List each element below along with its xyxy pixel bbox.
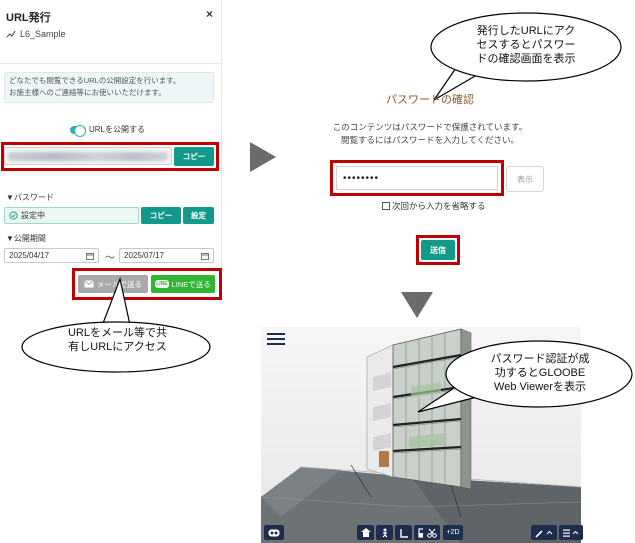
divider [0,63,222,64]
password-settings-button[interactable]: 設定 [183,207,214,224]
callout-line: 有しURLにアクセス [68,341,167,353]
callout-line: パスワード認証が成 [490,353,590,365]
skip-checkbox[interactable] [382,202,390,210]
submit-button[interactable]: 送信 [421,240,455,260]
info-line: お施主様へのご連絡等にお使いいただけます。 [9,88,166,97]
password-status-field: 設定中 [4,207,139,224]
publish-toggle[interactable] [70,124,86,137]
end-date: 2025/07/17 [124,251,165,260]
password-status: 設定中 [21,211,45,220]
send-mail-button[interactable]: メールで送る [78,275,148,293]
callout-line: 発行したURLにアク [476,25,576,37]
home-icon[interactable] [357,525,374,540]
desc-line: このコンテンツはパスワードで保護されています。 [332,122,528,132]
info-box: どなたでも閲覧できるURLの公開設定を行います。 お施主様へのご連絡等にお使いい… [4,72,214,103]
callout-line: Web Viewerを表示 [494,381,586,393]
public-url-field[interactable] [4,147,172,165]
start-date: 2025/04/17 [9,251,50,260]
callout-line: 功するとGLOOBE [494,367,586,379]
line-logo-icon: LINE [155,280,169,288]
project-row: L6_Sample [6,29,66,39]
view-2d-button[interactable]: +2D [443,525,463,540]
panel-title: URL発行 [6,12,51,24]
copy-url-button[interactable]: コピー [174,147,214,166]
calendar-icon [201,252,209,260]
info-line: どなたでも閲覧できるURLの公開設定を行います。 [9,76,181,85]
callout-line: ドの確認画面を表示 [476,53,576,65]
callout-top-right: 発行したURLにアク セスするとパスワー ドの確認画面を表示 [430,10,622,101]
password-input[interactable]: •••••••• [336,166,498,190]
password-screen-title: パスワードの確認 [386,94,474,106]
password-screen-desc: このコンテンツはパスワードで保護されています。 閲覧するにはパスワードを入力して… [260,121,600,147]
send-line-label: LINEで送る [171,279,211,289]
vr-mode-icon[interactable] [264,525,284,540]
callout-viewer: パスワード認証が成 功するとGLOOBE Web Viewerを表示 [417,340,633,413]
period-section-label: ▼公開期間 [6,234,46,243]
walk-icon[interactable] [376,525,393,540]
callout-line: セスするとパスワー [476,39,576,51]
callout-line: URLをメール等で共 [67,327,167,339]
date-range-separator: ～ [105,253,115,264]
project-name: L6_Sample [20,29,66,39]
show-password-button[interactable]: 表示 [506,166,544,192]
pen-tool-icon[interactable] [531,525,557,540]
copy-password-button[interactable]: コピー [141,207,181,224]
menu-icon[interactable] [267,332,285,346]
end-date-input[interactable]: 2025/07/17 [119,248,214,263]
scissors-icon[interactable] [423,525,440,540]
list-menu-icon[interactable] [559,525,583,540]
close-icon[interactable]: × [206,7,213,21]
publish-toggle-label: URLを公開する [89,125,146,134]
desc-line: 閲覧するにはパスワードを入力してください。 [341,135,519,145]
blurred-url [8,152,168,161]
mail-icon [84,280,94,288]
project-link-icon [6,30,16,38]
start-date-input[interactable]: 2025/04/17 [4,248,99,263]
measure-icon[interactable] [395,525,412,540]
publish-toggle-row: URLを公開する [70,124,146,137]
skip-next-time-row: 次回から入力を省略する [382,200,486,212]
send-line-button[interactable]: LINE LINEで送る [151,275,215,293]
skip-checkbox-label: 次回から入力を省略する [392,201,486,211]
password-section-label: ▼パスワード [6,193,54,202]
check-circle-icon [9,211,18,220]
calendar-icon [86,252,94,260]
callout-left: URLをメール等で共 有しURLにアクセス [20,276,215,375]
arrow-down-icon [401,292,433,318]
